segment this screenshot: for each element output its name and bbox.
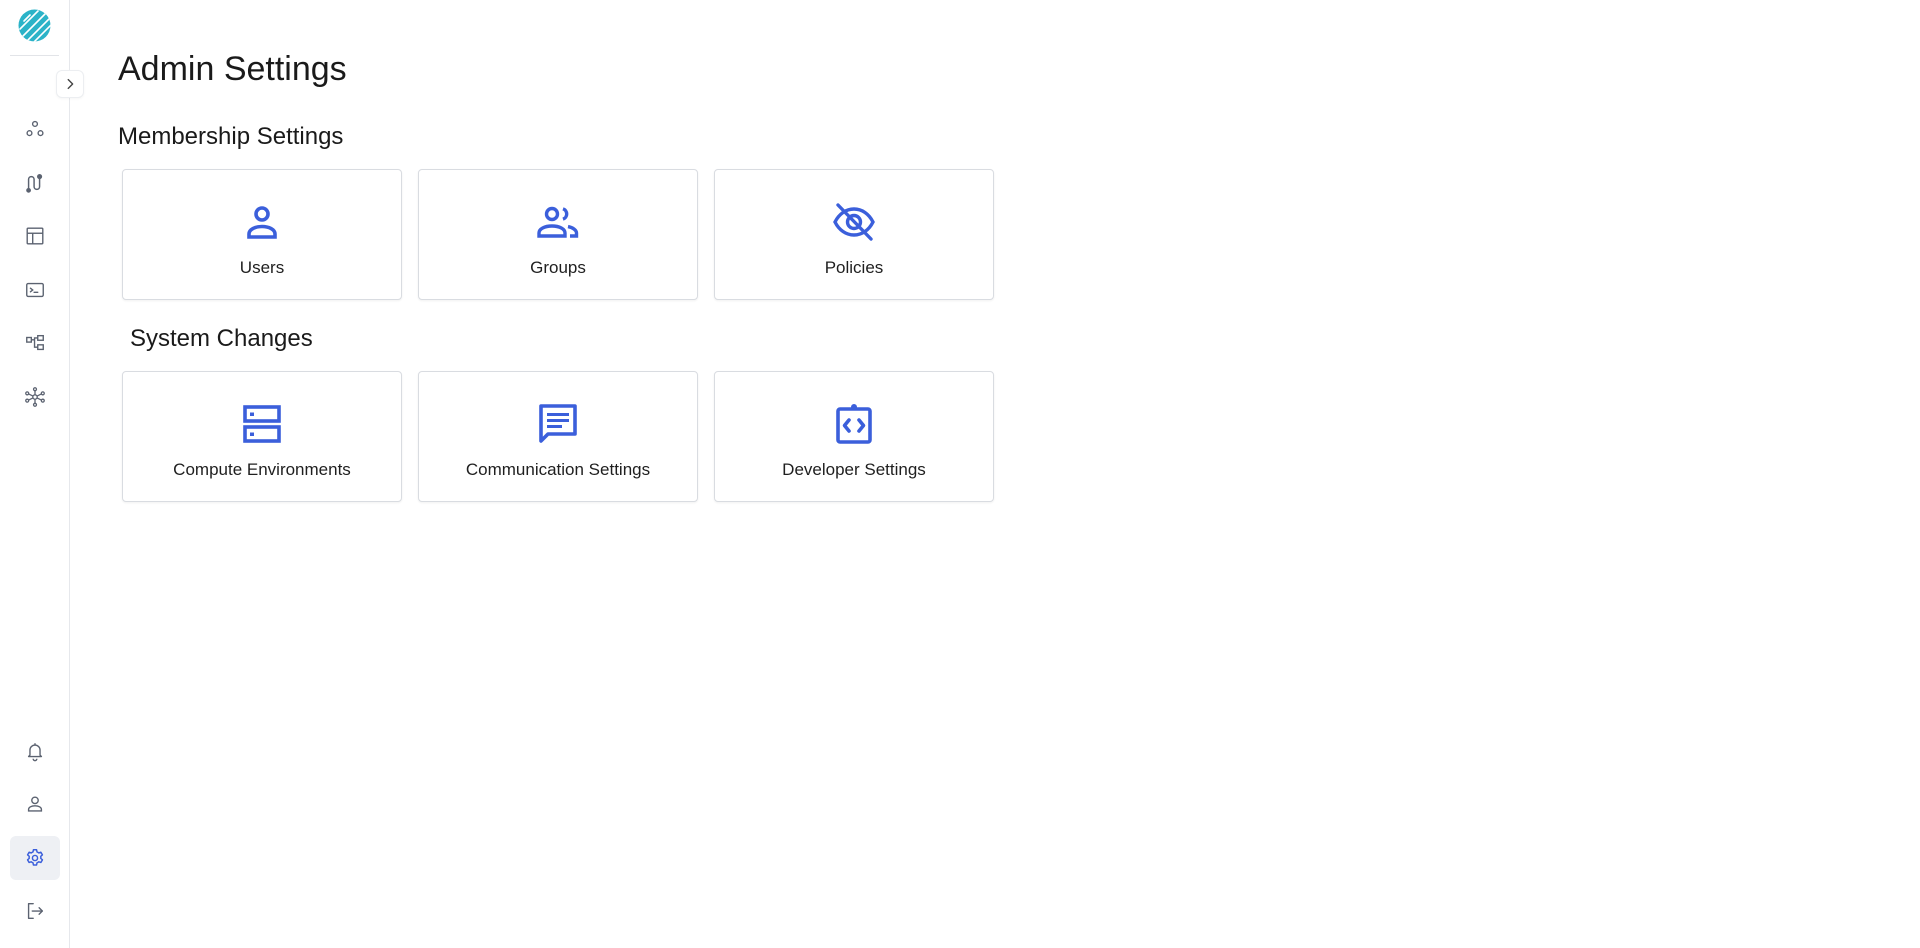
page-title: Admin Settings bbox=[118, 50, 347, 88]
workflows-icon bbox=[26, 174, 43, 193]
logo-divider bbox=[10, 55, 59, 56]
card-communication-settings[interactable]: Communication Settings bbox=[418, 371, 698, 502]
groups-icon bbox=[537, 206, 579, 238]
sidebar-item-projects[interactable] bbox=[10, 107, 60, 151]
table-icon bbox=[26, 227, 44, 245]
sidebar-item-logout[interactable] bbox=[10, 889, 60, 933]
card-label: Policies bbox=[824, 258, 884, 277]
sidebar-item-network[interactable] bbox=[10, 375, 60, 419]
projects-icon bbox=[26, 120, 44, 137]
card-label: Developer Settings bbox=[782, 460, 926, 479]
card-label: Users bbox=[239, 258, 285, 277]
server-icon bbox=[243, 405, 281, 443]
sidebar-item-notifications[interactable] bbox=[10, 729, 60, 773]
terminal-icon bbox=[26, 282, 44, 298]
gear-icon bbox=[26, 849, 44, 866]
card-policies[interactable]: Policies bbox=[714, 169, 994, 300]
code-clipboard-icon bbox=[836, 404, 872, 444]
card-label: Groups bbox=[530, 258, 586, 277]
pipelines-icon bbox=[26, 334, 44, 351]
eye-off-icon bbox=[833, 203, 875, 241]
card-label: Communication Settings bbox=[465, 460, 651, 479]
sidebar-item-pipelines[interactable] bbox=[10, 321, 60, 365]
section-title-membership: Membership Settings bbox=[118, 123, 344, 150]
chevron-right-icon bbox=[67, 78, 74, 90]
sidebar-item-profile[interactable] bbox=[10, 782, 60, 826]
app-logo[interactable] bbox=[18, 9, 51, 42]
sidebar-item-workflows[interactable] bbox=[10, 161, 60, 205]
sidebar-item-admin-settings[interactable] bbox=[10, 836, 60, 880]
sidebar-expand-button[interactable] bbox=[56, 70, 84, 98]
sidebar-item-terminal[interactable] bbox=[10, 268, 60, 312]
card-label: Compute Environments bbox=[173, 460, 351, 479]
user-icon bbox=[247, 206, 277, 239]
sidebar bbox=[0, 0, 84, 948]
card-users[interactable]: Users bbox=[122, 169, 402, 300]
user-icon bbox=[27, 796, 43, 812]
sidebar-item-tables[interactable] bbox=[10, 214, 60, 258]
card-developer-settings[interactable]: Developer Settings bbox=[714, 371, 994, 502]
section-title-system: System Changes bbox=[130, 325, 313, 352]
chat-icon bbox=[539, 404, 577, 443]
logout-icon bbox=[27, 902, 44, 920]
card-compute-environments[interactable]: Compute Environments bbox=[122, 371, 402, 502]
bell-icon bbox=[27, 743, 43, 762]
network-icon bbox=[25, 387, 45, 407]
card-groups[interactable]: Groups bbox=[418, 169, 698, 300]
